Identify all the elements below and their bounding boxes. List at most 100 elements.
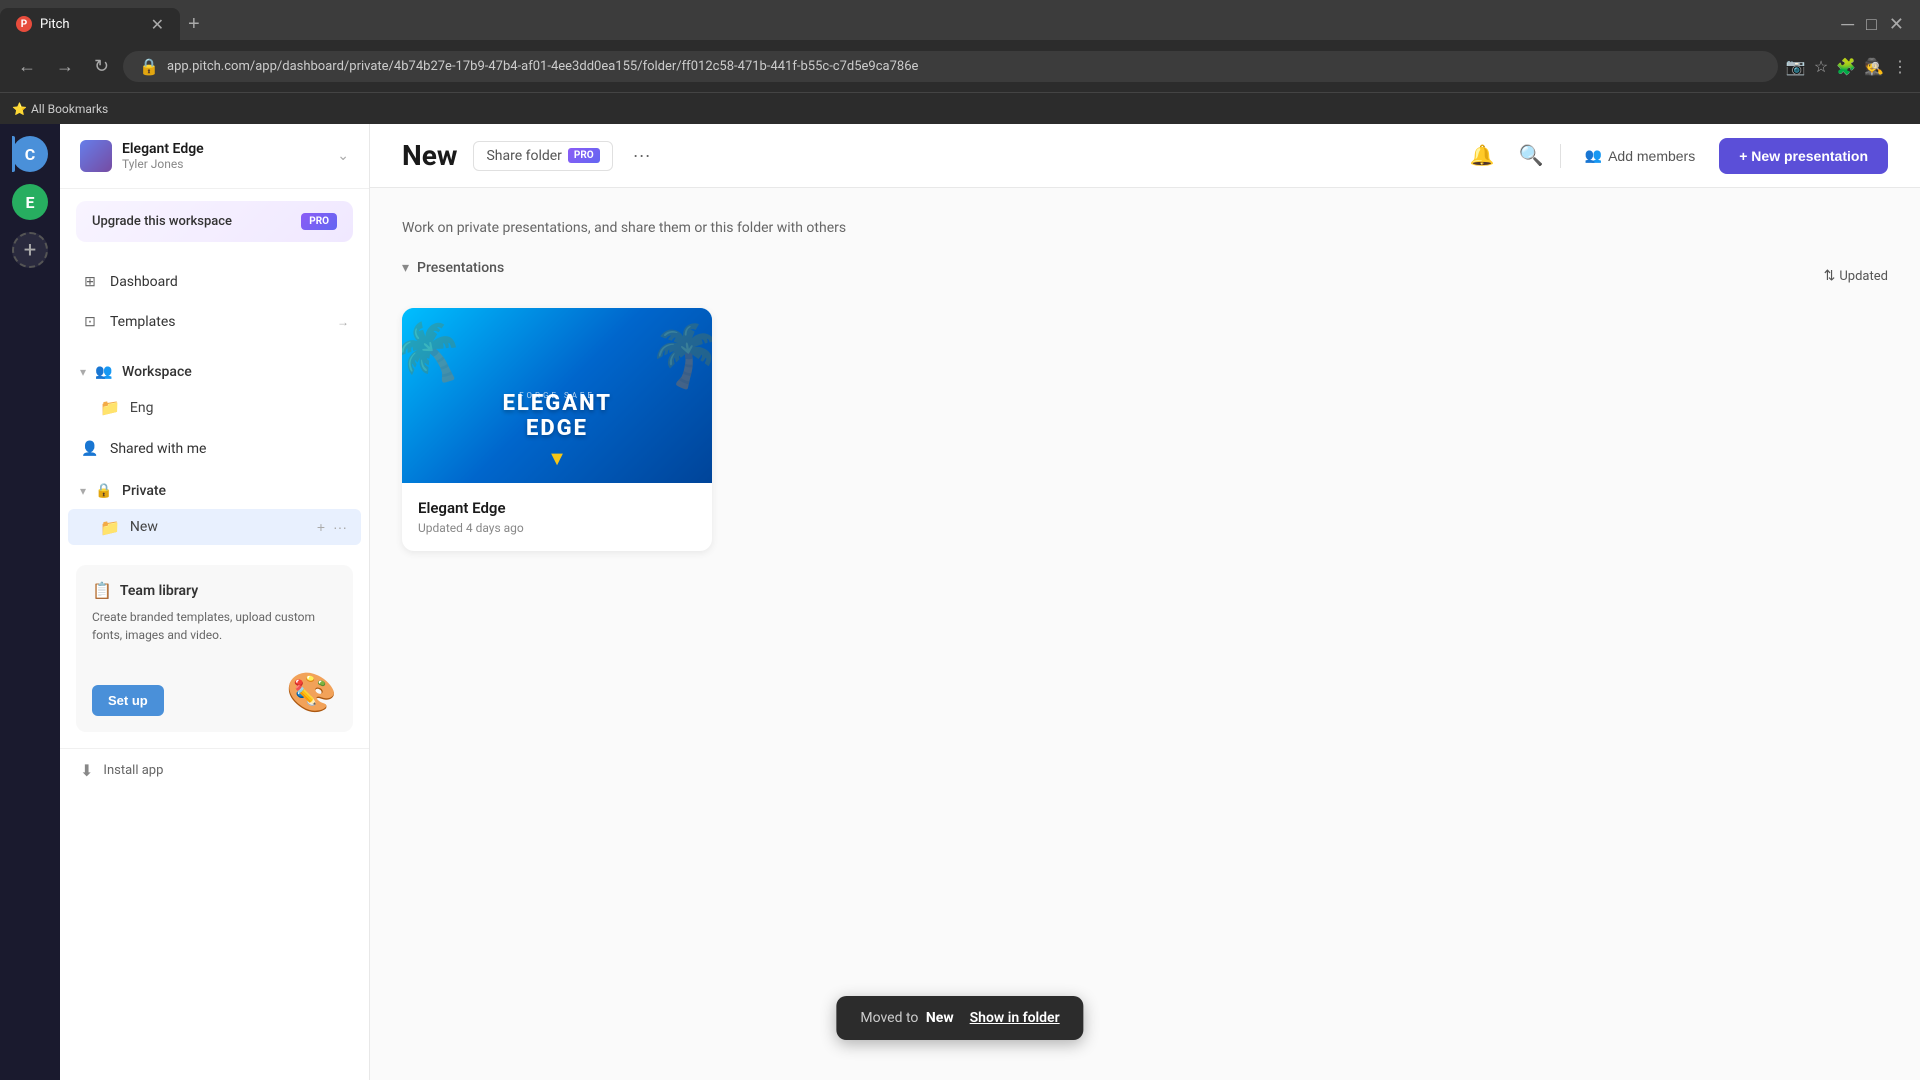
- bookmark-star-icon: ⭐: [12, 102, 27, 116]
- top-bar-icons: 🔔 🔍: [1466, 139, 1548, 172]
- card-name: Elegant Edge: [418, 499, 696, 517]
- team-library-title: Team library: [120, 583, 198, 599]
- active-workspace-indicator: [12, 136, 15, 172]
- sidebar-item-new-folder[interactable]: 📁 New + ···: [68, 509, 361, 545]
- share-folder-label: Share folder: [486, 148, 561, 164]
- share-folder-button[interactable]: Share folder PRO: [473, 141, 612, 171]
- dashboard-icon: ⊞: [80, 272, 100, 292]
- add-to-folder-btn[interactable]: +: [315, 517, 327, 537]
- nav-dashboard-label: Dashboard: [110, 274, 178, 290]
- url-bar[interactable]: 🔒 app.pitch.com/app/dashboard/private/4b…: [123, 51, 1778, 82]
- camera-icon[interactable]: 📷: [1786, 57, 1806, 76]
- reload-btn[interactable]: ↻: [88, 52, 115, 81]
- add-workspace-btn[interactable]: +: [12, 232, 48, 268]
- thin-sidebar: C E +: [0, 124, 60, 1080]
- sort-control[interactable]: ⇅ Updated: [1824, 268, 1888, 284]
- card-subtitle-overlay: FORGE SAFE: [519, 391, 595, 400]
- new-folder-label: New: [130, 519, 158, 535]
- tab-close-btn[interactable]: ✕: [151, 15, 164, 34]
- tab-controls: ─ □ ✕: [1837, 10, 1920, 39]
- workspace-section-label: Workspace: [122, 364, 192, 380]
- team-library-section: 📋 Team library Create branded templates,…: [76, 565, 353, 732]
- app-container: C E + Elegant Edge Tyler Jones ⌄ Upgrade…: [0, 124, 1920, 1080]
- maximize-btn[interactable]: □: [1862, 10, 1881, 39]
- folder-more-btn[interactable]: ···: [331, 517, 349, 537]
- upgrade-banner[interactable]: Upgrade this workspace PRO: [76, 201, 353, 242]
- workspace-chevron-icon[interactable]: ⌄: [337, 148, 349, 164]
- nav-shared-with-me[interactable]: 👤 Shared with me: [60, 429, 369, 469]
- workspace-info: Elegant Edge Tyler Jones: [122, 141, 327, 171]
- shared-with-me-label: Shared with me: [110, 441, 206, 457]
- address-actions: 📷 ☆ 🧩 🕵 ⋮: [1786, 57, 1908, 76]
- toast-notification: Moved to New Show in folder: [836, 996, 1083, 1040]
- incognito-icon[interactable]: 🕵: [1864, 57, 1884, 76]
- private-section: ▾ 🔒 Private 📁 New + ···: [60, 469, 369, 549]
- install-app-icon: ⬇: [80, 761, 93, 780]
- top-bar-left: New Share folder PRO ···: [402, 139, 655, 172]
- presentation-card-elegant-edge[interactable]: 🌴 🌴 ELEGANT EDGE FORGE SAFE ▼ Elegant Ed…: [402, 308, 712, 551]
- workspace-user: Tyler Jones: [122, 157, 327, 171]
- forward-btn[interactable]: →: [50, 52, 80, 81]
- templates-icon: ⊡: [80, 312, 100, 332]
- active-tab[interactable]: P Pitch ✕: [0, 8, 180, 40]
- workspace-logo: [80, 140, 112, 172]
- main-content: New Share folder PRO ··· 🔔 🔍 👥 Add membe…: [370, 124, 1920, 1080]
- bookmark-item[interactable]: ⭐ All Bookmarks: [12, 102, 108, 116]
- team-library-header: 📋 Team library: [92, 581, 337, 600]
- bookmark-label: All Bookmarks: [31, 102, 108, 116]
- search-btn[interactable]: 🔍: [1515, 139, 1548, 172]
- star-icon[interactable]: ☆: [1814, 57, 1828, 76]
- close-btn[interactable]: ✕: [1885, 10, 1908, 39]
- nav-templates[interactable]: ⊡ Templates →: [60, 302, 369, 342]
- nav-dashboard[interactable]: ⊞ Dashboard: [60, 262, 369, 302]
- team-library-icon: 📋: [92, 581, 112, 600]
- private-chevron-down-icon: ▾: [80, 484, 86, 498]
- share-folder-pro-badge: PRO: [568, 148, 600, 163]
- nav-section: ⊞ Dashboard ⊡ Templates →: [60, 254, 369, 350]
- bookmarks-bar: ⭐ All Bookmarks: [0, 92, 1920, 124]
- browser-chrome: P Pitch ✕ + ─ □ ✕ ← → ↻ 🔒 app.pitch.com/…: [0, 0, 1920, 124]
- install-app-item[interactable]: ⬇ Install app: [60, 748, 369, 792]
- add-members-button[interactable]: 👥 Add members: [1573, 139, 1708, 172]
- url-text: app.pitch.com/app/dashboard/private/4b74…: [167, 59, 918, 74]
- puzzle-icon[interactable]: 🧩: [1836, 57, 1856, 76]
- workspace-section-header[interactable]: ▾ 👥 Workspace: [60, 354, 369, 390]
- back-btn[interactable]: ←: [12, 52, 42, 81]
- pro-badge: PRO: [301, 213, 337, 230]
- new-folder-icon: 📁: [100, 518, 120, 537]
- presentations-section: ▾ Presentations ⇅ Updated 🌴 🌴: [402, 260, 1888, 551]
- notifications-btn[interactable]: 🔔: [1466, 139, 1499, 172]
- sort-label: Updated: [1839, 269, 1888, 284]
- setup-button[interactable]: Set up: [92, 685, 164, 716]
- toast-action-link[interactable]: Show in folder: [970, 1010, 1060, 1026]
- folder-subtitle: Work on private presentations, and share…: [402, 220, 1888, 236]
- private-icon: 🔒: [94, 481, 114, 501]
- private-section-header[interactable]: ▾ 🔒 Private: [60, 473, 369, 509]
- presentations-grid: 🌴 🌴 ELEGANT EDGE FORGE SAFE ▼ Elegant Ed…: [402, 308, 1888, 551]
- minimize-btn[interactable]: ─: [1837, 10, 1858, 39]
- new-tab-button[interactable]: +: [180, 13, 208, 36]
- workspace-group-icon: 👥: [94, 362, 114, 382]
- new-presentation-button[interactable]: + New presentation: [1719, 138, 1888, 174]
- presentations-section-header[interactable]: ▾ Presentations: [402, 260, 504, 276]
- menu-icon[interactable]: ⋮: [1892, 57, 1908, 76]
- workspace-avatar-c[interactable]: C: [12, 136, 48, 172]
- presentations-chevron-icon: ▾: [402, 260, 409, 276]
- workspace-chevron-down-icon: ▾: [80, 365, 86, 379]
- lock-icon: 🔒: [139, 57, 159, 76]
- private-section-label: Private: [122, 483, 166, 499]
- top-bar: New Share folder PRO ··· 🔔 🔍 👥 Add membe…: [370, 124, 1920, 188]
- workspace-avatar-e[interactable]: E: [12, 184, 48, 220]
- folder-more-options-btn[interactable]: ···: [629, 141, 655, 170]
- sort-icon: ⇅: [1824, 268, 1836, 284]
- eng-folder-icon: 📁: [100, 398, 120, 417]
- toast-folder-name: New: [926, 1010, 954, 1026]
- card-logo-icon: ▼: [547, 446, 567, 471]
- toast-prefix: Moved to: [860, 1010, 918, 1026]
- workspace-name: Elegant Edge: [122, 141, 327, 157]
- templates-arrow-icon: →: [337, 315, 349, 329]
- sidebar-item-eng[interactable]: 📁 Eng: [60, 390, 369, 425]
- team-library-illustration: 🎨 ✏️: [257, 656, 337, 716]
- nav-templates-label: Templates: [110, 314, 176, 330]
- workspace-header: Elegant Edge Tyler Jones ⌄: [60, 124, 369, 189]
